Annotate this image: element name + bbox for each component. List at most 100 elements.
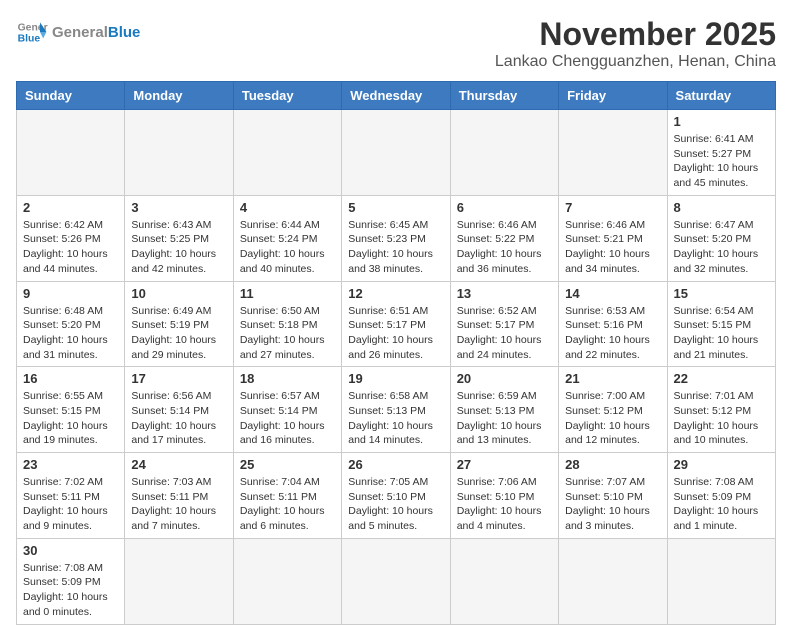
day-number: 5 bbox=[348, 200, 443, 215]
day-info: Sunrise: 7:04 AM Sunset: 5:11 PM Dayligh… bbox=[240, 475, 335, 534]
day-info: Sunrise: 6:54 AM Sunset: 5:15 PM Dayligh… bbox=[674, 304, 769, 363]
table-row: 18 Sunrise: 6:57 AM Sunset: 5:14 PM Dayli… bbox=[233, 367, 341, 453]
table-row: 12 Sunrise: 6:51 AM Sunset: 5:17 PM Dayli… bbox=[342, 281, 450, 367]
table-row: 30Sunrise: 7:08 AM Sunset: 5:09 PM Dayli… bbox=[17, 538, 125, 624]
month-title: November 2025 bbox=[495, 16, 776, 53]
day-info: Sunrise: 7:07 AM Sunset: 5:10 PM Dayligh… bbox=[565, 475, 660, 534]
day-number: 28 bbox=[565, 457, 660, 472]
table-row: 28 Sunrise: 7:07 AM Sunset: 5:10 PM Dayli… bbox=[559, 453, 667, 539]
day-number: 23 bbox=[23, 457, 118, 472]
day-number: 2 bbox=[23, 200, 118, 215]
table-row: 27Sunrise: 7:06 AM Sunset: 5:10 PM Dayli… bbox=[450, 453, 558, 539]
day-info: Sunrise: 7:08 AM Sunset: 5:09 PM Dayligh… bbox=[23, 561, 118, 620]
logo-general: General bbox=[52, 24, 108, 41]
day-number: 15 bbox=[674, 286, 769, 301]
day-number: 14 bbox=[565, 286, 660, 301]
day-number: 8 bbox=[674, 200, 769, 215]
location-title: Lankao Chengguanzhen, Henan, China bbox=[495, 53, 776, 71]
day-info: Sunrise: 6:43 AM Sunset: 5:25 PM Dayligh… bbox=[131, 218, 226, 277]
title-area: November 2025 Lankao Chengguanzhen, Hena… bbox=[495, 16, 776, 71]
table-row: 21 Sunrise: 7:00 AM Sunset: 5:12 PM Dayli… bbox=[559, 367, 667, 453]
table-row: 26 Sunrise: 7:05 AM Sunset: 5:10 PM Dayli… bbox=[342, 453, 450, 539]
table-row: 15 Sunrise: 6:54 AM Sunset: 5:15 PM Dayli… bbox=[667, 281, 775, 367]
calendar-week-row: 23 Sunrise: 7:02 AM Sunset: 5:11 PM Dayli… bbox=[17, 453, 776, 539]
day-number: 21 bbox=[565, 371, 660, 386]
table-row bbox=[233, 538, 341, 624]
day-number: 20 bbox=[457, 371, 552, 386]
day-info: Sunrise: 6:53 AM Sunset: 5:16 PM Dayligh… bbox=[565, 304, 660, 363]
day-info: Sunrise: 6:51 AM Sunset: 5:17 PM Dayligh… bbox=[348, 304, 443, 363]
table-row: 24Sunrise: 7:03 AM Sunset: 5:11 PM Dayli… bbox=[125, 453, 233, 539]
day-info: Sunrise: 6:44 AM Sunset: 5:24 PM Dayligh… bbox=[240, 218, 335, 277]
day-number: 9 bbox=[23, 286, 118, 301]
table-row: 13 Sunrise: 6:52 AM Sunset: 5:17 PM Dayli… bbox=[450, 281, 558, 367]
calendar-header-row: Sunday Monday Tuesday Wednesday Thursday… bbox=[17, 82, 776, 110]
table-row: 11 Sunrise: 6:50 AM Sunset: 5:18 PM Dayli… bbox=[233, 281, 341, 367]
table-row: 8Sunrise: 6:47 AM Sunset: 5:20 PM Daylig… bbox=[667, 195, 775, 281]
table-row bbox=[125, 110, 233, 196]
day-info: Sunrise: 6:46 AM Sunset: 5:21 PM Dayligh… bbox=[565, 218, 660, 277]
day-info: Sunrise: 6:50 AM Sunset: 5:18 PM Dayligh… bbox=[240, 304, 335, 363]
day-info: Sunrise: 6:45 AM Sunset: 5:23 PM Dayligh… bbox=[348, 218, 443, 277]
day-number: 11 bbox=[240, 286, 335, 301]
svg-text:Blue: Blue bbox=[18, 34, 41, 45]
table-row: 1 Sunrise: 6:41 AM Sunset: 5:27 PM Daylig… bbox=[667, 110, 775, 196]
day-info: Sunrise: 7:05 AM Sunset: 5:10 PM Dayligh… bbox=[348, 475, 443, 534]
day-number: 18 bbox=[240, 371, 335, 386]
table-row: 14 Sunrise: 6:53 AM Sunset: 5:16 PM Dayli… bbox=[559, 281, 667, 367]
col-wednesday: Wednesday bbox=[342, 82, 450, 110]
day-number: 17 bbox=[131, 371, 226, 386]
col-sunday: Sunday bbox=[17, 82, 125, 110]
table-row: 22 Sunrise: 7:01 AM Sunset: 5:12 PM Dayli… bbox=[667, 367, 775, 453]
table-row bbox=[450, 110, 558, 196]
table-row: 19 Sunrise: 6:58 AM Sunset: 5:13 PM Dayli… bbox=[342, 367, 450, 453]
day-number: 29 bbox=[674, 457, 769, 472]
calendar-week-row: 16Sunrise: 6:55 AM Sunset: 5:15 PM Dayli… bbox=[17, 367, 776, 453]
day-info: Sunrise: 6:41 AM Sunset: 5:27 PM Dayligh… bbox=[674, 132, 769, 191]
day-number: 13 bbox=[457, 286, 552, 301]
table-row bbox=[17, 110, 125, 196]
day-info: Sunrise: 6:42 AM Sunset: 5:26 PM Dayligh… bbox=[23, 218, 118, 277]
table-row: 10 Sunrise: 6:49 AM Sunset: 5:19 PM Dayli… bbox=[125, 281, 233, 367]
logo: General Blue GeneralBlue bbox=[16, 16, 140, 48]
table-row bbox=[342, 538, 450, 624]
day-info: Sunrise: 7:01 AM Sunset: 5:12 PM Dayligh… bbox=[674, 389, 769, 448]
col-saturday: Saturday bbox=[667, 82, 775, 110]
day-info: Sunrise: 6:58 AM Sunset: 5:13 PM Dayligh… bbox=[348, 389, 443, 448]
table-row: 20Sunrise: 6:59 AM Sunset: 5:13 PM Dayli… bbox=[450, 367, 558, 453]
day-info: Sunrise: 6:56 AM Sunset: 5:14 PM Dayligh… bbox=[131, 389, 226, 448]
col-friday: Friday bbox=[559, 82, 667, 110]
col-thursday: Thursday bbox=[450, 82, 558, 110]
table-row: 9 Sunrise: 6:48 AM Sunset: 5:20 PM Daylig… bbox=[17, 281, 125, 367]
day-number: 4 bbox=[240, 200, 335, 215]
table-row: 7Sunrise: 6:46 AM Sunset: 5:21 PM Daylig… bbox=[559, 195, 667, 281]
table-row bbox=[342, 110, 450, 196]
day-info: Sunrise: 6:46 AM Sunset: 5:22 PM Dayligh… bbox=[457, 218, 552, 277]
table-row bbox=[559, 110, 667, 196]
calendar: Sunday Monday Tuesday Wednesday Thursday… bbox=[16, 81, 776, 625]
day-info: Sunrise: 6:57 AM Sunset: 5:14 PM Dayligh… bbox=[240, 389, 335, 448]
day-number: 26 bbox=[348, 457, 443, 472]
day-info: Sunrise: 7:08 AM Sunset: 5:09 PM Dayligh… bbox=[674, 475, 769, 534]
header: General Blue GeneralBlue November 2025 L… bbox=[16, 16, 776, 71]
day-number: 19 bbox=[348, 371, 443, 386]
day-info: Sunrise: 6:55 AM Sunset: 5:15 PM Dayligh… bbox=[23, 389, 118, 448]
day-number: 12 bbox=[348, 286, 443, 301]
day-info: Sunrise: 7:00 AM Sunset: 5:12 PM Dayligh… bbox=[565, 389, 660, 448]
table-row: 29 Sunrise: 7:08 AM Sunset: 5:09 PM Dayli… bbox=[667, 453, 775, 539]
day-number: 1 bbox=[674, 114, 769, 129]
table-row: 5 Sunrise: 6:45 AM Sunset: 5:23 PM Daylig… bbox=[342, 195, 450, 281]
day-info: Sunrise: 7:06 AM Sunset: 5:10 PM Dayligh… bbox=[457, 475, 552, 534]
table-row bbox=[233, 110, 341, 196]
table-row: 25Sunrise: 7:04 AM Sunset: 5:11 PM Dayli… bbox=[233, 453, 341, 539]
day-info: Sunrise: 6:48 AM Sunset: 5:20 PM Dayligh… bbox=[23, 304, 118, 363]
logo-blue: Blue bbox=[108, 24, 141, 41]
day-info: Sunrise: 6:49 AM Sunset: 5:19 PM Dayligh… bbox=[131, 304, 226, 363]
day-info: Sunrise: 7:02 AM Sunset: 5:11 PM Dayligh… bbox=[23, 475, 118, 534]
day-number: 10 bbox=[131, 286, 226, 301]
day-number: 6 bbox=[457, 200, 552, 215]
table-row: 16Sunrise: 6:55 AM Sunset: 5:15 PM Dayli… bbox=[17, 367, 125, 453]
day-number: 22 bbox=[674, 371, 769, 386]
day-number: 24 bbox=[131, 457, 226, 472]
day-info: Sunrise: 6:52 AM Sunset: 5:17 PM Dayligh… bbox=[457, 304, 552, 363]
